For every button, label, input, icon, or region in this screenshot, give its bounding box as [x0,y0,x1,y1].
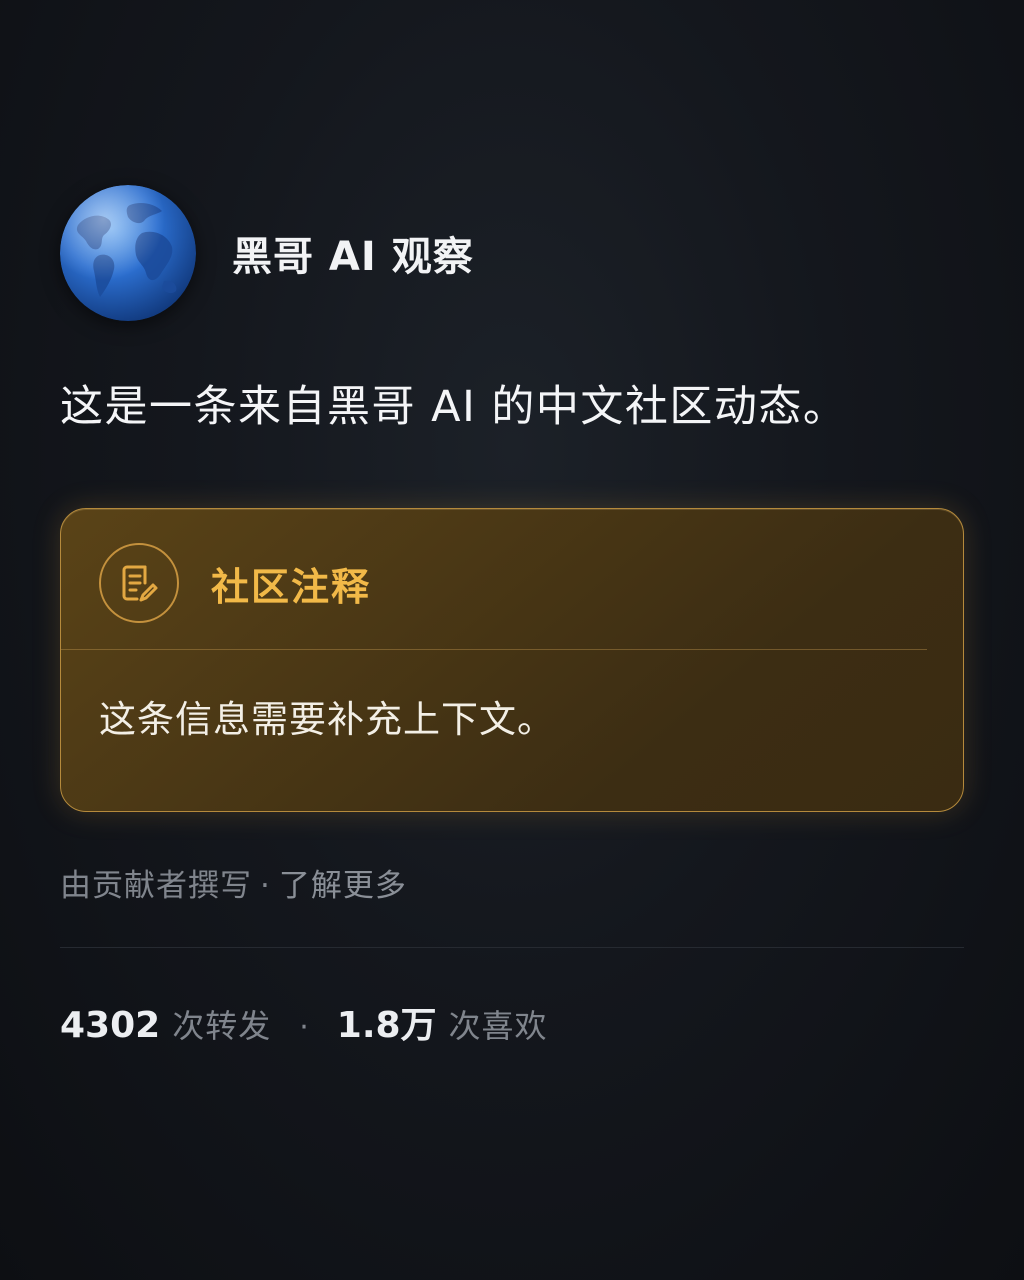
divider [60,947,964,948]
divider [61,649,927,650]
reposts-label[interactable]: 次转发 [172,1001,271,1047]
learn-more-link[interactable]: 了解更多 [279,868,407,904]
note-edit-icon [99,543,179,623]
likes-count[interactable]: 1.8万 [337,996,437,1048]
written-by-label: 由贡献者撰写 [60,868,252,904]
likes-label[interactable]: 次喜欢 [449,1001,548,1047]
engagement-stats: 4302 次转发 · 1.8万 次喜欢 [60,996,548,1048]
community-note-header: 社区注释 [99,541,371,625]
author-name[interactable]: 黑哥 AI 观察 [232,224,474,282]
meta-separator: · [260,868,271,904]
community-note-meta: 由贡献者撰写 · 了解更多 [60,860,407,905]
community-note-body: 这条信息需要补充上下文。 [99,698,555,741]
community-note-card: 社区注释 这条信息需要补充上下文。 [60,508,964,812]
post-card: 黑哥 AI 观察 这是一条来自黑哥 AI 的中文社区动态。 社区注释 这条信息需… [60,0,964,1280]
reposts-count[interactable]: 4302 [60,1005,160,1046]
avatar[interactable] [60,185,196,321]
globe-icon [60,185,196,321]
stats-separator: · [299,1010,309,1045]
community-note-title: 社区注释 [211,564,372,609]
post-text: 这是一条来自黑哥 AI 的中文社区动态。 [60,382,848,432]
author-row: 黑哥 AI 观察 [60,184,474,322]
